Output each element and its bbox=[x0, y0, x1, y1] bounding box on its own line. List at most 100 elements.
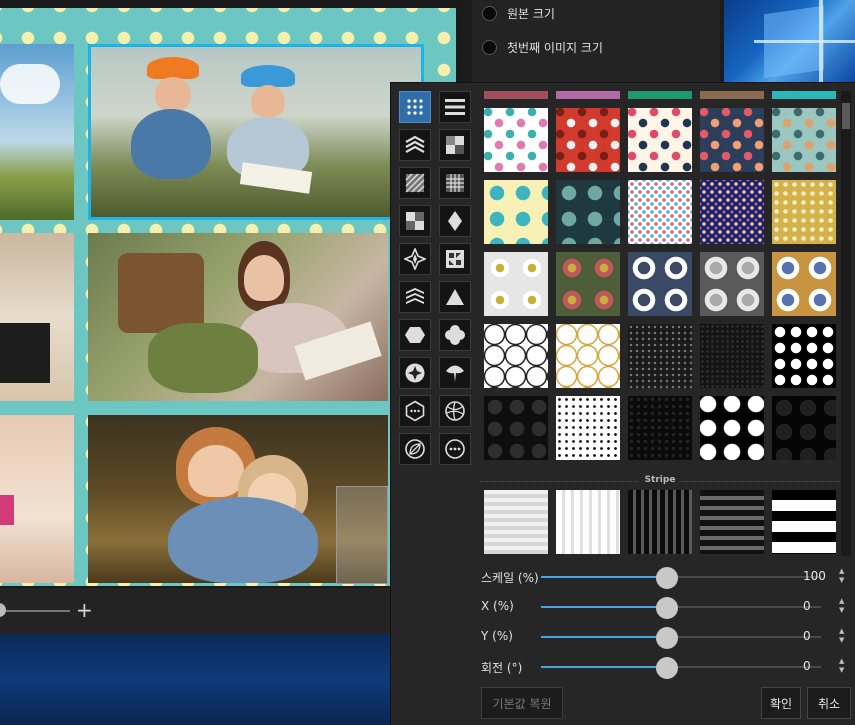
slider-value-input[interactable]: 0 bbox=[803, 599, 839, 613]
spin-buttons[interactable]: ▲ ▼ bbox=[839, 627, 847, 645]
desktop-background bbox=[0, 634, 390, 725]
app-window: + 원본 크기 첫번째 이미지 크기 Stripe 스케일 (%) 100 ▲ … bbox=[0, 0, 855, 725]
pattern-swatch[interactable] bbox=[772, 180, 836, 244]
hexagon-dots-icon[interactable] bbox=[399, 395, 431, 427]
pattern-swatch[interactable] bbox=[484, 252, 548, 316]
horizontal-lines-icon[interactable] bbox=[439, 91, 471, 123]
stripe-swatch[interactable] bbox=[628, 490, 692, 554]
checker-quad-icon[interactable] bbox=[439, 129, 471, 161]
pattern-swatch[interactable] bbox=[484, 396, 548, 460]
slider-knob[interactable] bbox=[656, 597, 678, 619]
pattern-swatch[interactable] bbox=[556, 180, 620, 244]
slider-y: Y (%) 0 ▲ ▼ bbox=[481, 626, 851, 649]
stripe-swatch[interactable] bbox=[556, 490, 620, 554]
stripe-swatch[interactable] bbox=[700, 490, 764, 554]
collage-photo-left-middle[interactable] bbox=[0, 233, 74, 401]
swatch-scrollbar[interactable] bbox=[841, 91, 851, 556]
pattern-swatch[interactable] bbox=[556, 324, 620, 388]
pattern-swatch[interactable] bbox=[700, 108, 764, 172]
radio-button[interactable] bbox=[482, 40, 497, 55]
section-label-stripe: Stripe bbox=[480, 475, 840, 485]
pattern-swatch[interactable] bbox=[484, 108, 548, 172]
scrollbar-thumb[interactable] bbox=[842, 103, 850, 129]
slider-knob[interactable] bbox=[656, 567, 678, 589]
option-original-size[interactable]: 원본 크기 bbox=[482, 5, 555, 22]
checker-blocks-icon[interactable] bbox=[399, 205, 431, 237]
zoom-slider-track[interactable] bbox=[0, 610, 70, 612]
option-label: 원본 크기 bbox=[507, 7, 555, 21]
diamond-icon[interactable] bbox=[439, 205, 471, 237]
grid-cross-icon[interactable] bbox=[439, 167, 471, 199]
pattern-swatch[interactable] bbox=[700, 180, 764, 244]
slider-track[interactable] bbox=[541, 597, 821, 619]
pattern-swatch[interactable] bbox=[772, 252, 836, 316]
pattern-swatch[interactable] bbox=[628, 324, 692, 388]
pattern-swatch[interactable] bbox=[700, 324, 764, 388]
option-first-image-size[interactable]: 첫번째 이미지 크기 bbox=[482, 39, 603, 56]
pattern-swatch[interactable] bbox=[700, 252, 764, 316]
spin-buttons[interactable]: ▲ ▼ bbox=[839, 567, 847, 585]
hexagon-icon[interactable] bbox=[399, 319, 431, 351]
pattern-swatch[interactable] bbox=[628, 180, 692, 244]
collage-photo-left-bottom[interactable] bbox=[0, 415, 74, 583]
stripe-swatch[interactable] bbox=[484, 490, 548, 554]
cancel-button[interactable]: 취소 bbox=[807, 687, 851, 719]
pattern-swatch[interactable] bbox=[700, 396, 764, 460]
pattern-swatch[interactable] bbox=[556, 396, 620, 460]
ok-button[interactable]: 확인 bbox=[761, 687, 801, 719]
reset-defaults-button[interactable]: 기본값 복원 bbox=[481, 687, 563, 719]
pattern-swatch[interactable] bbox=[556, 252, 620, 316]
slider-value-input[interactable]: 0 bbox=[803, 629, 839, 643]
pattern-swatch[interactable] bbox=[628, 396, 692, 460]
slider-rotation: 회전 (°) 0 ▲ ▼ bbox=[481, 656, 851, 679]
more-icon[interactable] bbox=[439, 433, 471, 465]
slider-label: Y (%) bbox=[481, 629, 513, 643]
pattern-picker-popup: Stripe 스케일 (%) 100 ▲▼ X (%) 0 ▲▼ Y (%) bbox=[390, 82, 855, 725]
collage-background[interactable] bbox=[0, 8, 456, 586]
zoom-in-button[interactable]: + bbox=[76, 598, 93, 622]
zoom-bar: + bbox=[0, 588, 390, 634]
clover-icon[interactable] bbox=[439, 319, 471, 351]
slider-value-input[interactable]: 0 bbox=[803, 659, 839, 673]
slider-knob[interactable] bbox=[656, 627, 678, 649]
slider-track[interactable] bbox=[541, 627, 821, 649]
zoom-slider-knob[interactable] bbox=[0, 603, 6, 617]
diagonal-lines-icon[interactable] bbox=[399, 167, 431, 199]
ginkgo-leaf-icon[interactable] bbox=[439, 357, 471, 389]
slider-scale: 스케일 (%) 100 ▲ ▼ bbox=[481, 566, 851, 589]
star-cross-icon[interactable] bbox=[399, 243, 431, 275]
circle-star-icon[interactable] bbox=[399, 357, 431, 389]
pattern-swatch[interactable] bbox=[484, 324, 548, 388]
spin-buttons[interactable]: ▲ ▼ bbox=[839, 657, 847, 675]
size-options-panel: 원본 크기 첫번째 이미지 크기 bbox=[472, 0, 720, 82]
radio-button[interactable] bbox=[482, 6, 497, 21]
collage-photo-girl-reading[interactable] bbox=[88, 233, 388, 401]
pattern-swatch[interactable] bbox=[628, 108, 692, 172]
thumbnail-stack[interactable] bbox=[336, 486, 388, 584]
dots-grid-icon[interactable] bbox=[399, 91, 431, 123]
stripe-swatch[interactable] bbox=[772, 490, 836, 554]
pattern-swatch[interactable] bbox=[628, 252, 692, 316]
option-label: 첫번째 이미지 크기 bbox=[507, 41, 603, 55]
slider-track[interactable] bbox=[541, 657, 821, 679]
slider-track[interactable] bbox=[541, 567, 821, 589]
tile-pattern-icon[interactable] bbox=[439, 243, 471, 275]
layered-chevrons-icon[interactable] bbox=[399, 281, 431, 313]
chevrons-icon[interactable] bbox=[399, 129, 431, 161]
pattern-swatch[interactable] bbox=[484, 180, 548, 244]
spin-buttons[interactable]: ▲ ▼ bbox=[839, 597, 847, 615]
slider-knob[interactable] bbox=[656, 657, 678, 679]
pattern-swatch[interactable] bbox=[772, 324, 836, 388]
windows-logo-wallpaper bbox=[724, 0, 855, 82]
triangle-icon[interactable] bbox=[439, 281, 471, 313]
pattern-swatch[interactable] bbox=[556, 108, 620, 172]
pattern-swatch[interactable] bbox=[772, 108, 836, 172]
pattern-swatch[interactable] bbox=[772, 396, 836, 460]
slider-value-input[interactable]: 100 bbox=[803, 569, 839, 583]
ball-icon[interactable] bbox=[439, 395, 471, 427]
collage-photo-selected[interactable] bbox=[88, 44, 424, 220]
leaf-icon[interactable] bbox=[399, 433, 431, 465]
pattern-swatch-grid: Stripe bbox=[480, 91, 840, 556]
collage-photo-sky[interactable] bbox=[0, 44, 74, 220]
slider-label: X (%) bbox=[481, 599, 514, 613]
